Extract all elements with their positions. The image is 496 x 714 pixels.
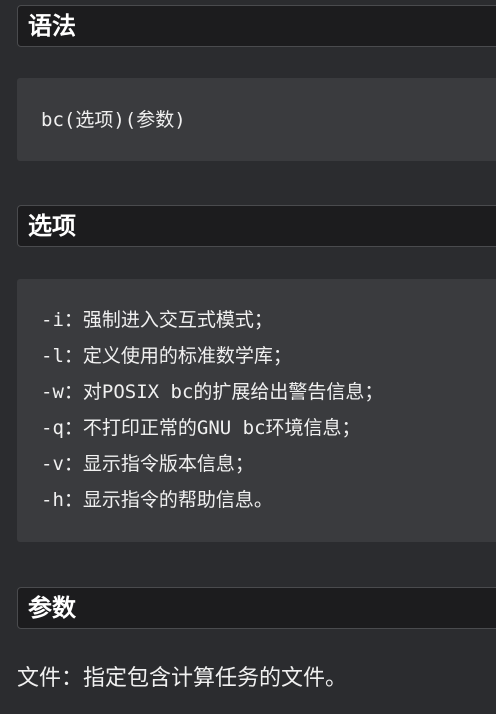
option-line-q: -q：不打印正常的GNU bc环境信息； bbox=[41, 417, 361, 439]
syntax-code-block: bc(选项)(参数) bbox=[17, 78, 496, 161]
syntax-code-line: bc(选项)(参数) bbox=[41, 109, 186, 131]
option-line-l: -l：定义使用的标准数学库； bbox=[41, 345, 292, 367]
syntax-heading: 语法 bbox=[17, 5, 496, 47]
options-heading: 选项 bbox=[17, 205, 496, 247]
option-line-h: -h：显示指令的帮助信息。 bbox=[41, 489, 273, 511]
options-code-block: -i：强制进入交互式模式； -l：定义使用的标准数学库； -w：对POSIX b… bbox=[17, 279, 496, 542]
page: 语法 bc(选项)(参数) 选项 -i：强制进入交互式模式； -l：定义使用的标… bbox=[0, 0, 496, 714]
params-text: 文件：指定包含计算任务的文件。 bbox=[17, 666, 348, 691]
option-line-v: -v：显示指令版本信息； bbox=[41, 453, 254, 475]
params-heading: 参数 bbox=[17, 587, 496, 629]
option-line-w: -w：对POSIX bc的扩展给出警告信息； bbox=[41, 381, 384, 403]
option-line-i: -i：强制进入交互式模式； bbox=[41, 309, 273, 331]
